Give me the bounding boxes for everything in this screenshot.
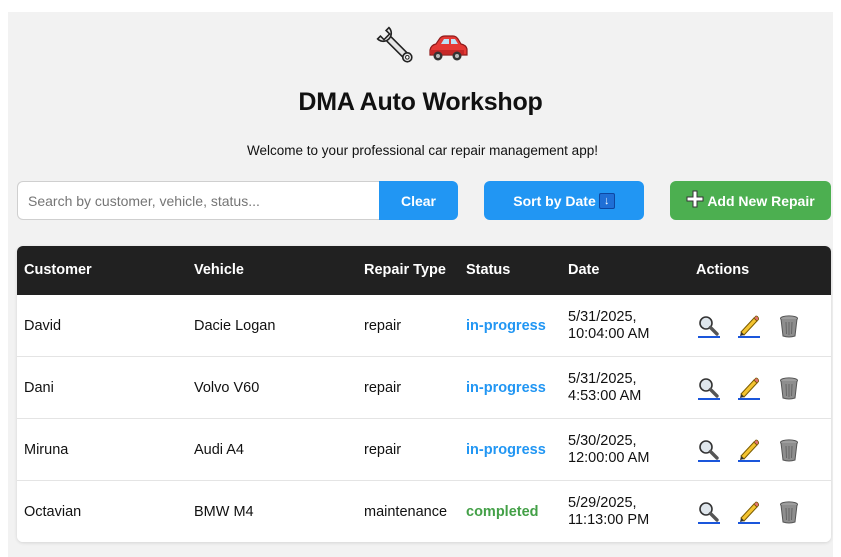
edit-icon[interactable]	[736, 437, 762, 463]
view-icon[interactable]	[696, 499, 722, 525]
cell-vehicle: BMW M4	[194, 504, 254, 520]
table-row: Miruna Audi A4 repair in-progress 5/30/2…	[17, 419, 831, 481]
add-new-repair-button[interactable]: Add New Repair	[670, 181, 831, 220]
wrench-icon	[374, 24, 418, 68]
cell-actions	[696, 419, 802, 481]
cell-repair-type: repair	[364, 442, 402, 458]
clear-button[interactable]: Clear	[379, 181, 458, 220]
cell-date-line2: 12:00:00 AM	[568, 450, 650, 466]
cell-customer: Dani	[24, 380, 54, 396]
cell-actions	[696, 357, 802, 419]
delete-icon[interactable]	[776, 375, 802, 401]
edit-icon[interactable]	[736, 499, 762, 525]
cell-actions	[696, 295, 802, 357]
sort-button-label: Sort by Date	[513, 192, 596, 209]
cell-customer: Octavian	[24, 504, 82, 520]
sort-by-date-button[interactable]: Sort by Date ↓	[484, 181, 644, 220]
repairs-table: Customer Vehicle Repair Type Status Date…	[17, 246, 831, 542]
cell-date-line1: 5/31/2025,	[568, 371, 637, 387]
delete-icon[interactable]	[776, 437, 802, 463]
sort-down-arrow-icon: ↓	[598, 192, 615, 209]
cell-vehicle: Dacie Logan	[194, 318, 276, 334]
column-header-status: Status	[466, 262, 511, 278]
cell-date-line2: 11:13:00 PM	[568, 512, 650, 528]
clear-button-label: Clear	[400, 192, 437, 209]
column-header-repair-type: Repair Type	[364, 262, 446, 278]
status-badge: completed	[466, 504, 539, 520]
table-header: Customer Vehicle Repair Type Status Date…	[17, 246, 831, 295]
edit-icon[interactable]	[736, 375, 762, 401]
cell-date: 5/30/2025, 12:00:00 AM	[568, 419, 649, 481]
cell-repair-type: repair	[364, 318, 402, 334]
cell-repair-type: maintenance	[364, 504, 448, 520]
cell-date-line1: 5/29/2025,	[568, 495, 637, 511]
cell-customer: David	[24, 318, 62, 334]
column-header-customer: Customer	[24, 262, 92, 278]
status-badge: in-progress	[466, 442, 546, 458]
status-badge: in-progress	[466, 318, 546, 334]
page-title: DMA Auto Workshop	[298, 88, 543, 116]
search-input[interactable]	[17, 181, 379, 220]
cell-vehicle: Volvo V60	[194, 380, 260, 396]
car-icon	[424, 24, 468, 68]
add-button-label: Add New Repair	[707, 192, 815, 209]
table-row: Dani Volvo V60 repair in-progress 5/31/2…	[17, 357, 831, 419]
plus-icon	[686, 190, 704, 211]
status-badge: in-progress	[466, 380, 546, 396]
cell-date-line2: 4:53:00 AM	[568, 388, 642, 404]
cell-date: 5/29/2025, 11:13:00 PM	[568, 481, 649, 542]
column-header-actions: Actions	[696, 262, 750, 278]
hero-icons	[0, 22, 841, 70]
view-icon[interactable]	[696, 437, 722, 463]
table-row: Octavian BMW M4 maintenance completed 5/…	[17, 481, 831, 542]
cell-customer: Miruna	[24, 442, 69, 458]
cell-repair-type: repair	[364, 380, 402, 396]
cell-date: 5/31/2025, 4:53:00 AM	[568, 357, 641, 419]
page-subtitle: Welcome to your professional car repair …	[247, 143, 598, 158]
column-header-date: Date	[568, 262, 600, 278]
view-icon[interactable]	[696, 375, 722, 401]
delete-icon[interactable]	[776, 313, 802, 339]
cell-date-line1: 5/31/2025,	[568, 309, 637, 325]
cell-date: 5/31/2025, 10:04:00 AM	[568, 295, 649, 357]
cell-date-line1: 5/30/2025,	[568, 433, 637, 449]
cell-date-line2: 10:04:00 AM	[568, 326, 650, 342]
table-row: David Dacie Logan repair in-progress 5/3…	[17, 295, 831, 357]
edit-icon[interactable]	[736, 313, 762, 339]
cell-vehicle: Audi A4	[194, 442, 244, 458]
cell-actions	[696, 481, 802, 542]
column-header-vehicle: Vehicle	[194, 262, 244, 278]
delete-icon[interactable]	[776, 499, 802, 525]
view-icon[interactable]	[696, 313, 722, 339]
